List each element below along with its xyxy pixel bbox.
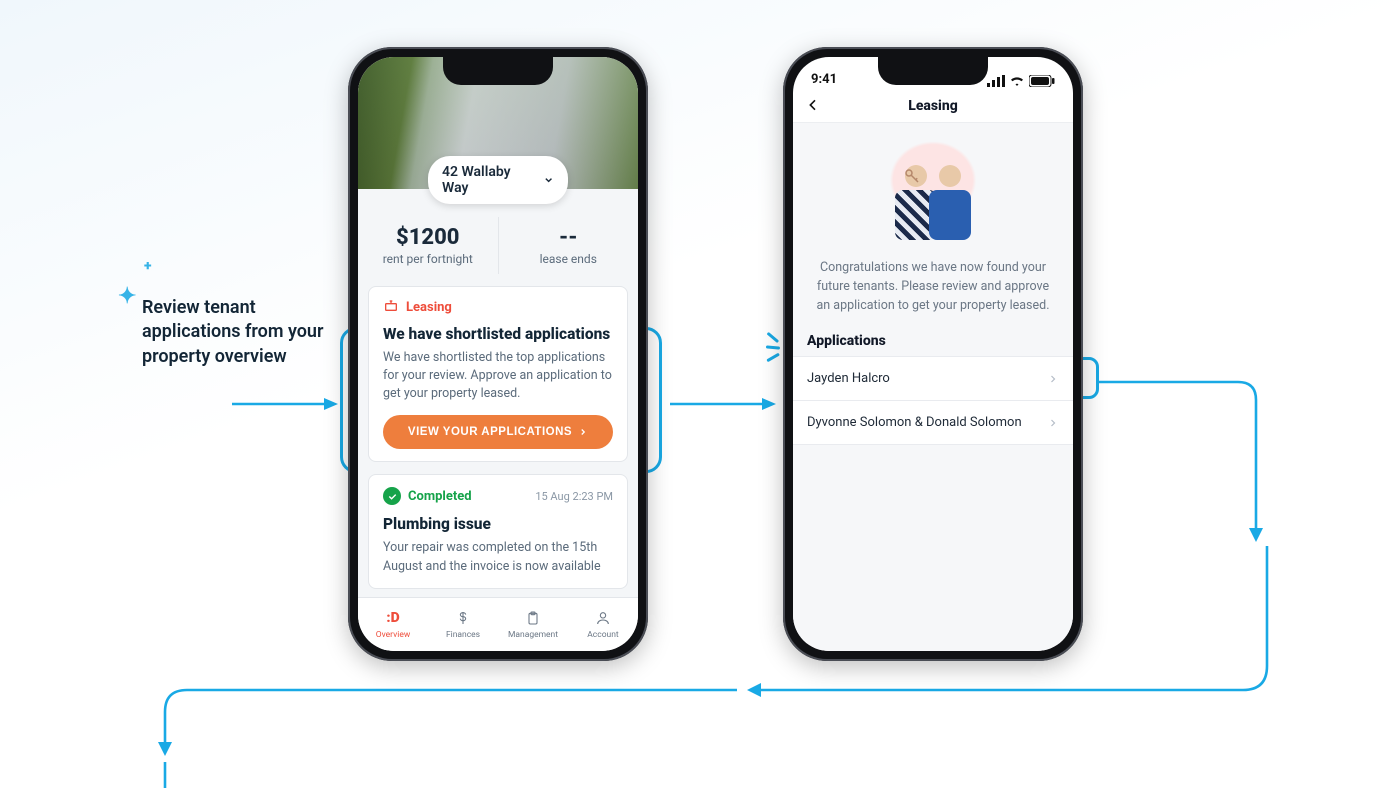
tab-overview[interactable]: :D Overview bbox=[358, 598, 428, 651]
property-stats: $1200 rent per fortnight -- lease ends bbox=[358, 217, 638, 274]
view-applications-label: VIEW YOUR APPLICATIONS bbox=[408, 426, 572, 438]
chevron-right-icon bbox=[578, 427, 588, 437]
card-leasing-body: We have shortlisted the top applications… bbox=[383, 349, 613, 403]
status-time: 9:41 bbox=[811, 72, 837, 87]
chevron-right-icon bbox=[1047, 373, 1059, 385]
stat-lease-value: -- bbox=[503, 225, 635, 250]
wifi-icon bbox=[1009, 75, 1025, 87]
flow-arrow-2 bbox=[670, 398, 776, 418]
flow-arrow-4 bbox=[155, 546, 1270, 766]
stat-rent-value: $1200 bbox=[362, 225, 494, 250]
clipboard-icon bbox=[525, 610, 541, 626]
spark-plus-icon: + bbox=[144, 258, 151, 274]
card-completed-body: Your repair was completed on the 15th Au… bbox=[383, 539, 613, 575]
applicant-name: Dyvonne Solomon & Donald Solomon bbox=[807, 415, 1022, 430]
flow-arrow-3 bbox=[1098, 378, 1268, 558]
chevron-left-icon bbox=[805, 97, 821, 113]
congrats-text: Congratulations we have now found your f… bbox=[793, 245, 1073, 329]
logo-glyph-icon: :D bbox=[386, 610, 399, 626]
nav-bar: Leasing bbox=[793, 89, 1073, 123]
nav-title: Leasing bbox=[908, 98, 958, 114]
chevron-down-icon bbox=[543, 174, 554, 186]
check-circle-icon bbox=[383, 487, 401, 505]
phone-mock-leasing: 9:41 Leasing bbox=[783, 47, 1083, 661]
key-icon bbox=[903, 167, 921, 189]
tab-account[interactable]: Account bbox=[568, 598, 638, 651]
phone-notch bbox=[878, 57, 988, 85]
stat-lease-label: lease ends bbox=[503, 252, 635, 266]
tab-account-label: Account bbox=[587, 630, 618, 640]
card-completed-title: Plumbing issue bbox=[383, 515, 613, 533]
tab-bar: :D Overview Finances Management Account bbox=[358, 597, 638, 651]
spark-plus-icon: ✦ bbox=[118, 284, 136, 309]
application-row[interactable]: Dyvonne Solomon & Donald Solomon bbox=[793, 400, 1073, 445]
tab-finances[interactable]: Finances bbox=[428, 598, 498, 651]
tab-management-label: Management bbox=[508, 630, 558, 640]
card-completed-tag: Completed bbox=[408, 489, 472, 504]
view-applications-button[interactable]: VIEW YOUR APPLICATIONS bbox=[383, 415, 613, 449]
sign-icon bbox=[383, 299, 399, 315]
phone-mock-overview: 42 Wallaby Way $1200 rent per fortnight … bbox=[348, 47, 648, 661]
cellular-icon bbox=[987, 75, 1005, 87]
applicant-name: Jayden Halcro bbox=[807, 371, 890, 386]
application-row[interactable]: Jayden Halcro bbox=[793, 356, 1073, 401]
annotation-caption: Review tenant applications from your pro… bbox=[142, 296, 342, 369]
chevron-right-icon bbox=[1047, 417, 1059, 429]
flow-arrow-1 bbox=[232, 398, 338, 418]
battery-icon bbox=[1029, 75, 1055, 87]
user-icon bbox=[595, 610, 611, 626]
card-leasing-title: We have shortlisted applications bbox=[383, 325, 613, 343]
dollar-icon bbox=[455, 610, 471, 626]
tab-overview-label: Overview bbox=[376, 630, 410, 640]
property-address-dropdown[interactable]: 42 Wallaby Way bbox=[428, 156, 568, 204]
card-leasing[interactable]: Leasing We have shortlisted applications… bbox=[368, 286, 628, 462]
stat-rent: $1200 rent per fortnight bbox=[358, 217, 499, 274]
tab-management[interactable]: Management bbox=[498, 598, 568, 651]
card-leasing-tag: Leasing bbox=[406, 300, 452, 315]
tab-finances-label: Finances bbox=[446, 630, 480, 640]
tenants-illustration bbox=[873, 137, 993, 245]
stat-rent-label: rent per fortnight bbox=[362, 252, 494, 266]
applications-heading: Applications bbox=[793, 329, 1073, 357]
phone-notch bbox=[443, 57, 553, 85]
property-address-label: 42 Wallaby Way bbox=[442, 164, 535, 196]
stat-lease-ends: -- lease ends bbox=[499, 217, 639, 274]
card-completed-timestamp: 15 Aug 2:23 PM bbox=[535, 490, 613, 503]
back-button[interactable] bbox=[805, 97, 821, 117]
card-completed[interactable]: Completed 15 Aug 2:23 PM Plumbing issue … bbox=[368, 474, 628, 588]
